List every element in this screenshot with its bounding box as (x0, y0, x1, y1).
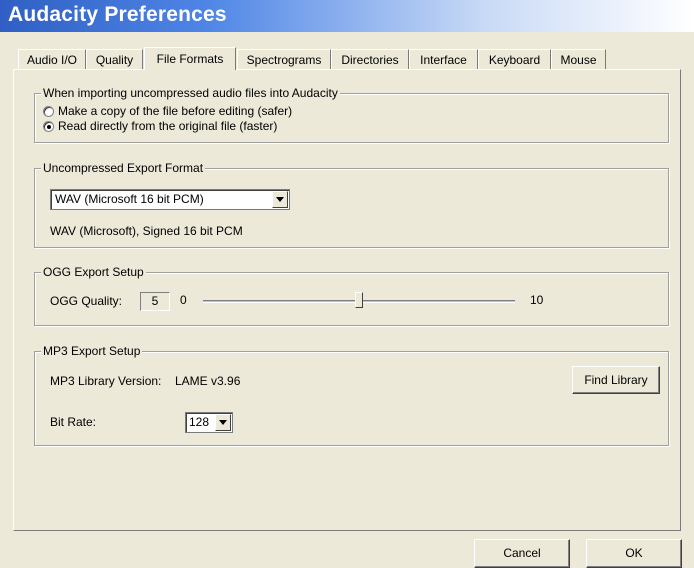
tab-audio-io[interactable]: Audio I/O (18, 49, 86, 69)
radio-read-directly-label[interactable]: Read directly from the original file (fa… (58, 119, 277, 134)
bitrate-label: Bit Rate: (50, 415, 97, 429)
radio-copy-file-label[interactable]: Make a copy of the file before editing (… (58, 104, 292, 119)
ogg-group: OGG Export Setup OGG Quality: 5 0 10 (34, 264, 669, 326)
radio-selected-dot (47, 125, 51, 129)
tab-interface[interactable]: Interface (409, 49, 478, 69)
import-group-legend: When importing uncompressed audio files … (41, 85, 340, 101)
ogg-group-legend: OGG Export Setup (41, 264, 146, 280)
ogg-quality-label: OGG Quality: (50, 294, 123, 308)
ogg-max-label: 10 (530, 293, 544, 307)
ogg-slider-thumb[interactable] (355, 292, 363, 308)
tab-directories[interactable]: Directories (331, 49, 409, 69)
tab-mouse[interactable]: Mouse (551, 49, 606, 69)
cancel-button[interactable]: Cancel (474, 539, 570, 568)
ogg-quality-value-box[interactable]: 5 (140, 292, 170, 311)
export-format-legend: Uncompressed Export Format (41, 160, 206, 176)
tab-keyboard[interactable]: Keyboard (478, 49, 551, 69)
title-bar[interactable]: Audacity Preferences (0, 0, 694, 32)
radio-copy-file[interactable] (43, 106, 54, 117)
export-format-description: WAV (Microsoft), Signed 16 bit PCM (50, 224, 243, 238)
window-title: Audacity Preferences (8, 3, 227, 26)
export-format-value: WAV (Microsoft 16 bit PCM) (55, 192, 204, 206)
radio-read-directly[interactable] (43, 121, 54, 132)
ok-button[interactable]: OK (586, 539, 682, 568)
chevron-down-icon[interactable] (272, 191, 288, 208)
mp3-version-value: LAME v3.96 (175, 374, 241, 388)
tab-panel-file-formats: When importing uncompressed audio files … (13, 69, 681, 531)
export-format-group: Uncompressed Export Format WAV (Microsof… (34, 160, 669, 248)
export-format-select[interactable]: WAV (Microsoft 16 bit PCM) (50, 189, 290, 210)
chevron-down-icon[interactable] (215, 414, 231, 431)
mp3-version-label: MP3 Library Version: (50, 374, 162, 388)
find-library-button[interactable]: Find Library (572, 366, 660, 394)
bitrate-value: 128 (189, 415, 210, 429)
tab-quality[interactable]: Quality (86, 49, 143, 69)
ogg-min-label: 0 (180, 293, 187, 307)
import-group: When importing uncompressed audio files … (34, 85, 669, 143)
bitrate-select[interactable]: 128 (185, 412, 233, 433)
tab-file-formats[interactable]: File Formats (144, 47, 236, 70)
mp3-group-legend: MP3 Export Setup (41, 343, 143, 359)
tab-spectrograms[interactable]: Spectrograms (237, 49, 331, 69)
mp3-group: MP3 Export Setup MP3 Library Version: LA… (34, 343, 669, 446)
